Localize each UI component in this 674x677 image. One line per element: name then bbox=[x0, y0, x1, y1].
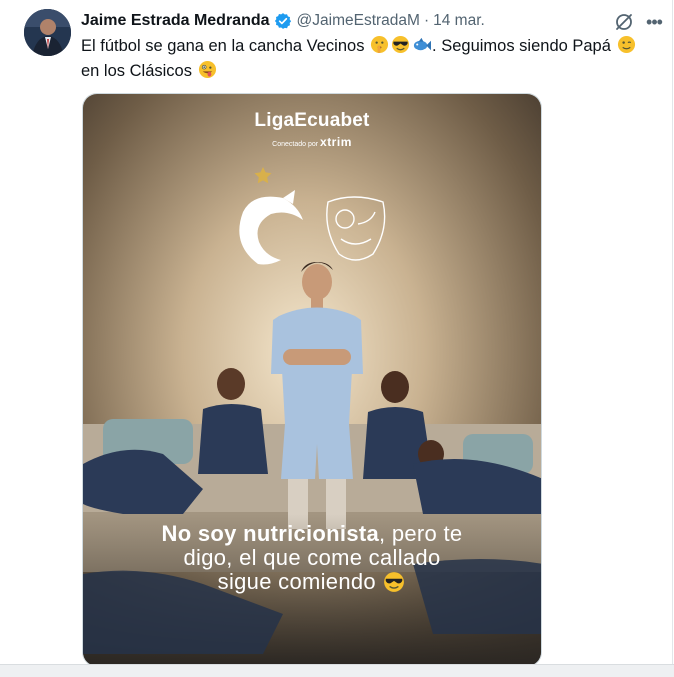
tweet-text: El fútbol se gana en la cancha Vecinos .… bbox=[81, 34, 666, 84]
sunglasses-face-icon bbox=[391, 35, 410, 54]
author-handle[interactable]: @JaimeEstradaM bbox=[297, 12, 420, 30]
brand-sub-name: xtrim bbox=[320, 135, 352, 149]
tweet-text-part3: en los Clásicos bbox=[81, 62, 192, 80]
tweet-media-image[interactable]: LigaEcuabet Conectado por xtrim No soy n… bbox=[82, 93, 542, 667]
tweet-text-part2: . Seguimos siendo Papá bbox=[432, 37, 611, 55]
brand-logo-text: LigaEcuabet bbox=[254, 110, 370, 131]
caption-sunglasses-icon bbox=[383, 571, 405, 593]
tweet-text-part1: El fútbol se gana en la cancha Vecinos bbox=[81, 37, 365, 55]
winking-face-icon bbox=[617, 35, 636, 54]
author-name[interactable]: Jaime Estrada Medranda bbox=[81, 12, 270, 30]
caption-line3: sigue comiendo bbox=[217, 569, 376, 594]
brand-sponsor: Conectado por xtrim bbox=[83, 135, 541, 149]
bottom-scroll-bar bbox=[0, 664, 674, 677]
separator-dot: · bbox=[423, 12, 430, 29]
caption-line2: digo, el que come callado bbox=[183, 545, 441, 570]
verified-badge-icon[interactable] bbox=[274, 12, 292, 30]
tweet-header: Jaime Estrada Medranda @JaimeEstradaM · … bbox=[81, 10, 661, 32]
caption-bold: No soy nutricionista bbox=[161, 521, 380, 546]
more-options-icon[interactable]: ••• bbox=[644, 13, 664, 33]
panel-right-border bbox=[672, 0, 673, 676]
fish-icon bbox=[412, 35, 432, 54]
grok-icon[interactable] bbox=[614, 12, 634, 32]
shushing-face-icon bbox=[370, 35, 389, 54]
tweet-date[interactable]: 14 mar. bbox=[433, 12, 485, 30]
media-caption: No soy nutricionista, pero te digo, el q… bbox=[83, 522, 541, 594]
caption-line1-rest: , pero te bbox=[379, 521, 463, 546]
avatar[interactable] bbox=[24, 9, 71, 56]
avatar-image bbox=[24, 9, 71, 56]
zany-face-icon bbox=[198, 60, 217, 79]
brand-sub-prefix: Conectado por bbox=[272, 141, 319, 148]
